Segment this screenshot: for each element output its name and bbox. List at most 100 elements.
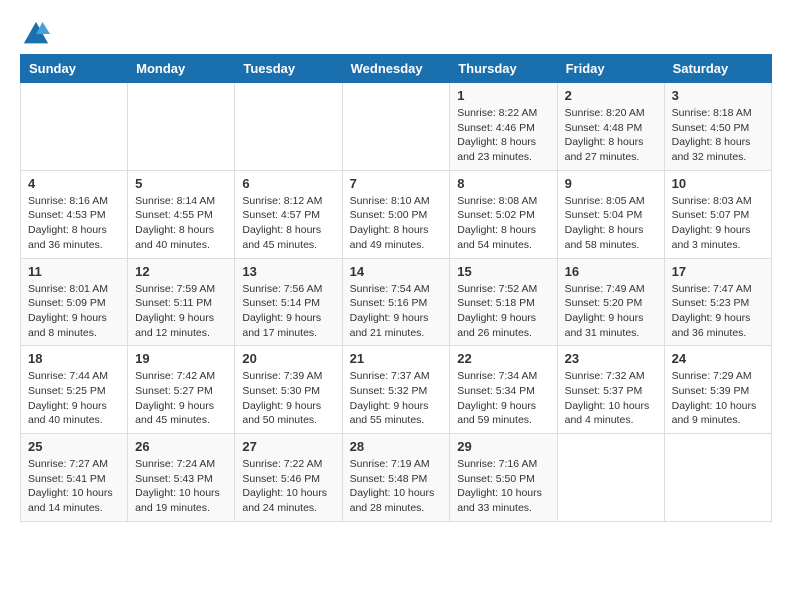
calendar-cell: 15Sunrise: 7:52 AM Sunset: 5:18 PM Dayli… <box>450 258 557 346</box>
calendar-week-5: 25Sunrise: 7:27 AM Sunset: 5:41 PM Dayli… <box>21 434 772 522</box>
weekday-row: SundayMondayTuesdayWednesdayThursdayFrid… <box>21 55 772 83</box>
day-number: 21 <box>350 351 443 366</box>
day-number: 18 <box>28 351 120 366</box>
day-number: 26 <box>135 439 227 454</box>
weekday-header-saturday: Saturday <box>664 55 771 83</box>
calendar-cell: 11 Sunrise: 8:01 AM Sunset: 5:09 PM Dayli… <box>21 258 128 346</box>
day-info: Sunrise: 8:01 AM Sunset: 5:09 PM Dayligh… <box>28 282 120 341</box>
day-info: Sunrise: 7:42 AM Sunset: 5:27 PM Dayligh… <box>135 369 227 428</box>
calendar-cell: 22 Sunrise: 7:34 AM Sunset: 5:34 PM Dayli… <box>450 346 557 434</box>
day-info: Sunrise: 7:34 AM Sunset: 5:34 PM Dayligh… <box>457 369 549 428</box>
day-info: Sunrise: 7:29 AM Sunset: 5:39 PM Dayligh… <box>672 369 764 428</box>
day-number: 23 <box>565 351 657 366</box>
page-header <box>20 20 772 44</box>
calendar-cell: 21 Sunrise: 7:37 AM Sunset: 5:32 PM Dayli… <box>342 346 450 434</box>
calendar-cell: 3 Sunrise: 8:18 AM Sunset: 4:50 PM Daylig… <box>664 83 771 171</box>
day-info: Sunrise: 8:22 AM Sunset: 4:46 PM Dayligh… <box>457 106 549 165</box>
day-number: 29 <box>457 439 549 454</box>
calendar-cell <box>557 434 664 522</box>
day-info: Sunrise: 8:12 AM Sunset: 4:57 PM Dayligh… <box>242 194 334 253</box>
day-number: 3 <box>672 88 764 103</box>
calendar-cell: 27Sunrise: 7:22 AM Sunset: 5:46 PM Dayli… <box>235 434 342 522</box>
calendar-cell <box>342 83 450 171</box>
day-number: 15 <box>457 264 549 279</box>
calendar-week-1: 1 Sunrise: 8:22 AM Sunset: 4:46 PM Daylig… <box>21 83 772 171</box>
calendar-cell: 6 Sunrise: 8:12 AM Sunset: 4:57 PM Daylig… <box>235 170 342 258</box>
calendar-cell: 14 Sunrise: 7:54 AM Sunset: 5:16 PM Dayli… <box>342 258 450 346</box>
calendar-week-4: 18 Sunrise: 7:44 AM Sunset: 5:25 PM Dayli… <box>21 346 772 434</box>
day-number: 6 <box>242 176 334 191</box>
calendar-cell: 7Sunrise: 8:10 AM Sunset: 5:00 PM Daylig… <box>342 170 450 258</box>
day-number: 20 <box>242 351 334 366</box>
calendar-cell: 23 Sunrise: 7:32 AM Sunset: 5:37 PM Dayli… <box>557 346 664 434</box>
day-info: Sunrise: 7:49 AM Sunset: 5:20 PM Dayligh… <box>565 282 657 341</box>
day-number: 5 <box>135 176 227 191</box>
day-number: 12 <box>135 264 227 279</box>
day-number: 8 <box>457 176 549 191</box>
day-number: 16 <box>565 264 657 279</box>
day-info: Sunrise: 7:22 AM Sunset: 5:46 PM Dayligh… <box>242 457 334 516</box>
calendar-cell: 24 Sunrise: 7:29 AM Sunset: 5:39 PM Dayli… <box>664 346 771 434</box>
calendar-cell: 12 Sunrise: 7:59 AM Sunset: 5:11 PM Dayli… <box>128 258 235 346</box>
day-info: Sunrise: 8:20 AM Sunset: 4:48 PM Dayligh… <box>565 106 657 165</box>
calendar-cell: 20 Sunrise: 7:39 AM Sunset: 5:30 PM Dayli… <box>235 346 342 434</box>
day-info: Sunrise: 7:16 AM Sunset: 5:50 PM Dayligh… <box>457 457 549 516</box>
calendar-cell: 5 Sunrise: 8:14 AM Sunset: 4:55 PM Daylig… <box>128 170 235 258</box>
day-number: 28 <box>350 439 443 454</box>
calendar-table: SundayMondayTuesdayWednesdayThursdayFrid… <box>20 54 772 522</box>
logo <box>20 20 50 44</box>
day-number: 14 <box>350 264 443 279</box>
day-number: 24 <box>672 351 764 366</box>
weekday-header-thursday: Thursday <box>450 55 557 83</box>
calendar-cell: 9Sunrise: 8:05 AM Sunset: 5:04 PM Daylig… <box>557 170 664 258</box>
weekday-header-sunday: Sunday <box>21 55 128 83</box>
calendar-cell: 18 Sunrise: 7:44 AM Sunset: 5:25 PM Dayli… <box>21 346 128 434</box>
day-info: Sunrise: 7:56 AM Sunset: 5:14 PM Dayligh… <box>242 282 334 341</box>
day-number: 13 <box>242 264 334 279</box>
day-number: 10 <box>672 176 764 191</box>
day-info: Sunrise: 7:47 AM Sunset: 5:23 PM Dayligh… <box>672 282 764 341</box>
logo-icon <box>22 20 50 48</box>
calendar-header: SundayMondayTuesdayWednesdayThursdayFrid… <box>21 55 772 83</box>
day-info: Sunrise: 7:19 AM Sunset: 5:48 PM Dayligh… <box>350 457 443 516</box>
calendar-cell: 13 Sunrise: 7:56 AM Sunset: 5:14 PM Dayli… <box>235 258 342 346</box>
calendar-body: 1 Sunrise: 8:22 AM Sunset: 4:46 PM Daylig… <box>21 83 772 522</box>
day-info: Sunrise: 7:37 AM Sunset: 5:32 PM Dayligh… <box>350 369 443 428</box>
day-info: Sunrise: 7:24 AM Sunset: 5:43 PM Dayligh… <box>135 457 227 516</box>
calendar-cell <box>235 83 342 171</box>
day-info: Sunrise: 7:27 AM Sunset: 5:41 PM Dayligh… <box>28 457 120 516</box>
day-info: Sunrise: 7:44 AM Sunset: 5:25 PM Dayligh… <box>28 369 120 428</box>
day-number: 22 <box>457 351 549 366</box>
calendar-cell: 10Sunrise: 8:03 AM Sunset: 5:07 PM Dayli… <box>664 170 771 258</box>
day-number: 1 <box>457 88 549 103</box>
day-number: 4 <box>28 176 120 191</box>
day-number: 17 <box>672 264 764 279</box>
calendar-cell <box>664 434 771 522</box>
day-number: 7 <box>350 176 443 191</box>
day-info: Sunrise: 7:54 AM Sunset: 5:16 PM Dayligh… <box>350 282 443 341</box>
calendar-cell: 26 Sunrise: 7:24 AM Sunset: 5:43 PM Dayli… <box>128 434 235 522</box>
calendar-cell <box>21 83 128 171</box>
calendar-cell: 19 Sunrise: 7:42 AM Sunset: 5:27 PM Dayli… <box>128 346 235 434</box>
day-info: Sunrise: 8:18 AM Sunset: 4:50 PM Dayligh… <box>672 106 764 165</box>
calendar-cell: 4 Sunrise: 8:16 AM Sunset: 4:53 PM Daylig… <box>21 170 128 258</box>
day-info: Sunrise: 7:39 AM Sunset: 5:30 PM Dayligh… <box>242 369 334 428</box>
day-info: Sunrise: 8:16 AM Sunset: 4:53 PM Dayligh… <box>28 194 120 253</box>
calendar-cell: 29 Sunrise: 7:16 AM Sunset: 5:50 PM Dayli… <box>450 434 557 522</box>
weekday-header-monday: Monday <box>128 55 235 83</box>
calendar-week-3: 11 Sunrise: 8:01 AM Sunset: 5:09 PM Dayli… <box>21 258 772 346</box>
weekday-header-wednesday: Wednesday <box>342 55 450 83</box>
calendar-cell: 17 Sunrise: 7:47 AM Sunset: 5:23 PM Dayli… <box>664 258 771 346</box>
weekday-header-friday: Friday <box>557 55 664 83</box>
calendar-cell: 1 Sunrise: 8:22 AM Sunset: 4:46 PM Daylig… <box>450 83 557 171</box>
day-info: Sunrise: 8:14 AM Sunset: 4:55 PM Dayligh… <box>135 194 227 253</box>
calendar-cell: 8Sunrise: 8:08 AM Sunset: 5:02 PM Daylig… <box>450 170 557 258</box>
calendar-cell <box>128 83 235 171</box>
weekday-header-tuesday: Tuesday <box>235 55 342 83</box>
day-number: 11 <box>28 264 120 279</box>
day-info: Sunrise: 7:32 AM Sunset: 5:37 PM Dayligh… <box>565 369 657 428</box>
calendar-cell: 16 Sunrise: 7:49 AM Sunset: 5:20 PM Dayli… <box>557 258 664 346</box>
day-number: 19 <box>135 351 227 366</box>
day-info: Sunrise: 7:59 AM Sunset: 5:11 PM Dayligh… <box>135 282 227 341</box>
calendar-cell: 25Sunrise: 7:27 AM Sunset: 5:41 PM Dayli… <box>21 434 128 522</box>
